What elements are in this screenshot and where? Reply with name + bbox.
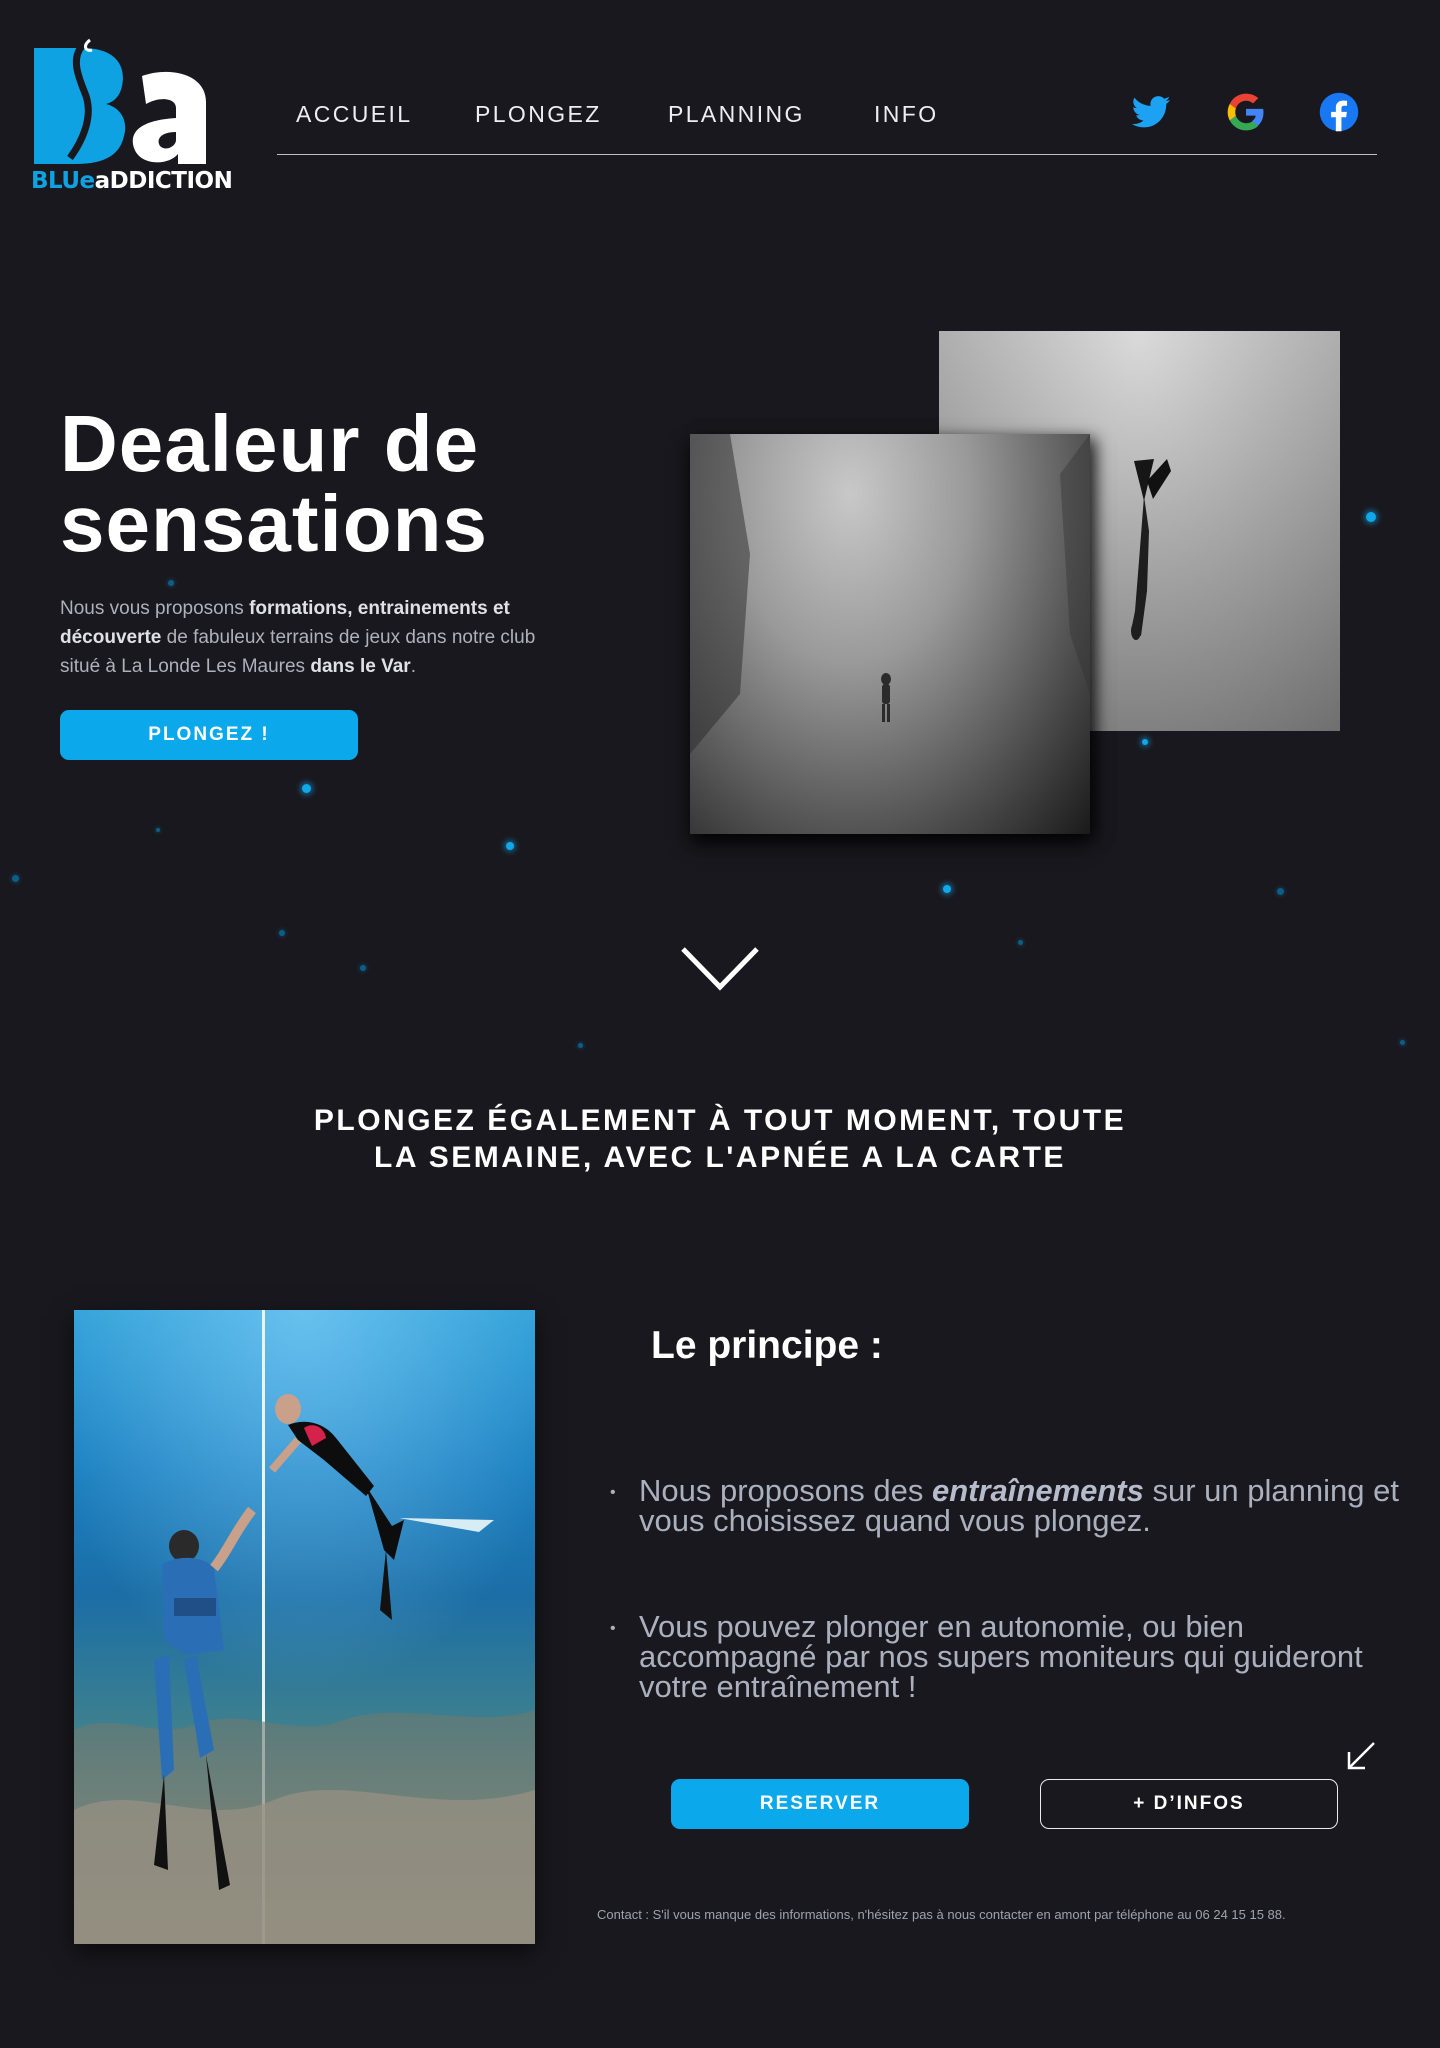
bullet-icon: • xyxy=(610,1484,616,1501)
plongez-button[interactable]: PLONGEZ ! xyxy=(60,710,358,760)
particle xyxy=(578,1043,583,1048)
reserver-button[interactable]: RESERVER xyxy=(671,1779,969,1829)
list-item: • Vous pouvez plonger en autonomie, ou b… xyxy=(607,1609,1407,1704)
particle xyxy=(1142,739,1148,745)
section-heading-line1: PLONGEZ ÉGALEMENT À TOUT MOMENT, TOUTE xyxy=(313,1104,1127,1137)
hero-title-line1: Dealeur de xyxy=(60,399,480,488)
hero-text-part3: . xyxy=(410,656,416,677)
particle xyxy=(156,828,160,832)
nav-item-planning[interactable]: PLANNING xyxy=(668,101,805,128)
freediver-descent-illustration xyxy=(690,434,1090,754)
principe-title: Le principe : xyxy=(651,1324,883,1367)
logo-wordmark-blue: BLUe xyxy=(31,168,95,194)
hero-description: Nous vous proposons formations, entraine… xyxy=(60,594,580,681)
list-item: • Nous proposons des entraînements sur u… xyxy=(607,1475,1407,1536)
section-heading: PLONGEZ ÉGALEMENT À TOUT MOMENT, TOUTE L… xyxy=(220,1102,1220,1176)
logo-wordmark: BLUeaDDICTION xyxy=(31,168,233,194)
particle xyxy=(943,885,951,893)
particle xyxy=(168,580,174,586)
freediver-photo-front xyxy=(690,434,1090,834)
nav-divider xyxy=(277,154,1377,155)
hero-title: Dealeur de sensations xyxy=(60,404,620,564)
nav-item-info[interactable]: INFO xyxy=(874,101,939,128)
principe-item2-text: Vous pouvez plonger en autonomie, ou bie… xyxy=(639,1609,1363,1704)
particle xyxy=(1366,512,1376,522)
logo-ba-icon xyxy=(34,38,206,164)
facebook-icon[interactable] xyxy=(1318,91,1360,133)
google-icon[interactable] xyxy=(1225,91,1267,133)
arrow-down-left-icon xyxy=(1347,1742,1375,1770)
particle xyxy=(506,842,514,850)
section-heading-line2: LA SEMAINE, AVEC L'APNÉE A LA CARTE xyxy=(374,1141,1066,1174)
logo-wordmark-white: aDDICTION xyxy=(94,168,233,194)
chevron-down-icon[interactable] xyxy=(680,945,760,995)
bullet-icon: • xyxy=(610,1620,616,1637)
particle xyxy=(1018,940,1023,945)
particle xyxy=(279,930,285,936)
nav-item-plongez[interactable]: PLONGEZ xyxy=(475,101,602,128)
hero-text-part1: Nous vous proposons xyxy=(60,598,250,619)
particle xyxy=(12,875,19,882)
brand-logo[interactable]: BLUeaDDICTION xyxy=(30,36,233,196)
particle xyxy=(302,784,311,793)
particle xyxy=(1400,1040,1405,1045)
contact-note: Contact : S'il vous manque des informati… xyxy=(597,1907,1286,1922)
particle xyxy=(360,965,366,971)
particle xyxy=(1277,888,1284,895)
hero-title-line2: sensations xyxy=(60,479,488,568)
hero-text-bold2: dans le Var xyxy=(310,656,411,677)
more-info-button[interactable]: + D’INFOS xyxy=(1040,1779,1338,1829)
nav-item-accueil[interactable]: ACCUEIL xyxy=(296,101,413,128)
freedivers-illustration xyxy=(74,1310,535,1944)
twitter-icon[interactable] xyxy=(1130,91,1172,133)
freedivers-underwater-photo xyxy=(74,1310,535,1944)
principe-list: • Nous proposons des entraînements sur u… xyxy=(607,1475,1407,1778)
